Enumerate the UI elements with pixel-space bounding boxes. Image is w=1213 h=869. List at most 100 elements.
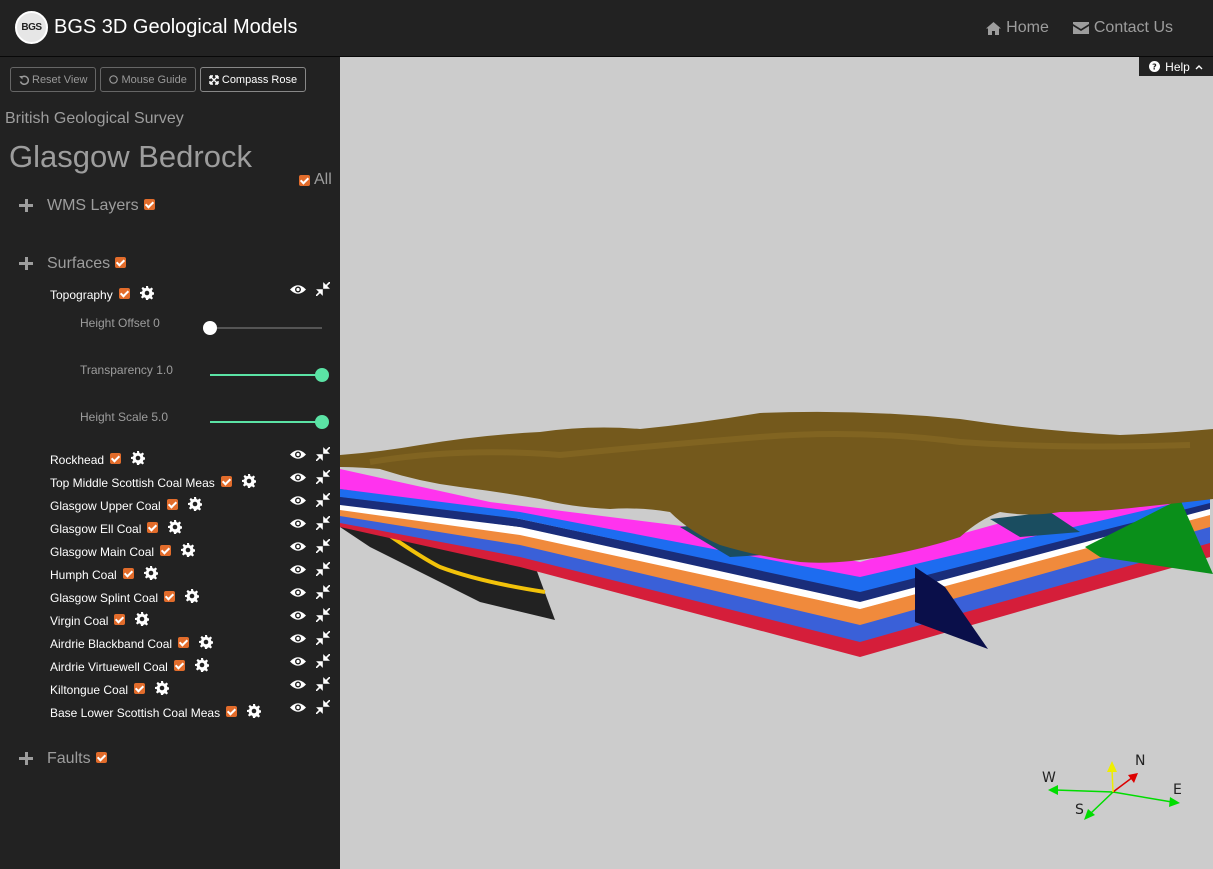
eye-icon[interactable]: [290, 610, 306, 621]
wms-layers-checkbox[interactable]: [143, 198, 155, 210]
gear-icon[interactable]: [155, 681, 170, 695]
surface-checkbox[interactable]: [226, 705, 238, 717]
compass-s: S: [1075, 802, 1084, 818]
nav-contact-link[interactable]: Contact Us: [1072, 19, 1173, 37]
expand-faults-icon[interactable]: [18, 751, 34, 767]
gear-icon[interactable]: [247, 704, 262, 718]
nav-home-link[interactable]: Home: [986, 19, 1049, 37]
gear-icon[interactable]: [181, 543, 196, 557]
organisation-label: British Geological Survey: [5, 110, 184, 127]
eye-icon[interactable]: [290, 587, 306, 598]
compass-rose-button[interactable]: Compass Rose: [199, 67, 307, 92]
surface-checkbox[interactable]: [164, 590, 176, 602]
gear-icon[interactable]: [135, 612, 150, 626]
faults-label[interactable]: Faults: [47, 750, 91, 768]
eye-icon[interactable]: [290, 656, 306, 667]
surfaces-label[interactable]: Surfaces: [47, 255, 110, 273]
expand-surfaces-icon[interactable]: [18, 256, 34, 272]
model-title: Glasgow Bedrock: [9, 139, 252, 174]
height-scale-knob[interactable]: [315, 415, 329, 429]
compress-icon[interactable]: [316, 282, 330, 296]
surface-label[interactable]: Glasgow Main Coal: [50, 545, 154, 559]
eye-icon[interactable]: [290, 702, 306, 713]
compress-icon[interactable]: [316, 631, 330, 645]
surface-checkbox[interactable]: [114, 613, 126, 625]
gear-icon[interactable]: [241, 474, 256, 488]
eye-icon[interactable]: [290, 495, 306, 506]
gear-icon[interactable]: [143, 566, 158, 580]
3d-viewer-canvas[interactable]: N W S E ? Help: [340, 57, 1213, 869]
mouse-guide-label: Mouse Guide: [121, 73, 187, 86]
layer-row-surface: Glasgow Ell Coal: [50, 516, 335, 539]
gear-icon[interactable]: [185, 589, 200, 603]
eye-icon[interactable]: [290, 541, 306, 552]
compress-icon[interactable]: [316, 677, 330, 691]
compress-icon[interactable]: [316, 700, 330, 714]
compress-icon[interactable]: [316, 539, 330, 553]
all-checkbox[interactable]: [299, 174, 310, 186]
surface-checkbox[interactable]: [220, 475, 232, 487]
eye-icon[interactable]: [290, 284, 306, 295]
compress-icon[interactable]: [316, 447, 330, 461]
app-title[interactable]: BGS 3D Geological Models: [54, 16, 297, 39]
mouse-guide-button[interactable]: Mouse Guide: [100, 67, 196, 92]
expand-wms-icon[interactable]: [18, 198, 34, 214]
surface-label[interactable]: Glasgow Upper Coal: [50, 499, 161, 513]
gear-icon[interactable]: [139, 286, 154, 300]
surface-checkbox[interactable]: [147, 521, 159, 533]
surface-label[interactable]: Glasgow Splint Coal: [50, 591, 158, 605]
surfaces-checkbox[interactable]: [115, 256, 127, 268]
transparency-label: Transparency 1.0: [80, 363, 173, 377]
compress-icon[interactable]: [316, 562, 330, 576]
height-offset-track[interactable]: [210, 327, 322, 329]
surface-label[interactable]: Kiltongue Coal: [50, 683, 128, 697]
layer-sidebar: Reset View Mouse Guide Compass Rose Brit…: [0, 57, 340, 869]
gear-icon[interactable]: [194, 658, 209, 672]
surface-label[interactable]: Rockhead: [50, 453, 104, 467]
topography-checkbox[interactable]: [118, 287, 130, 299]
height-offset-knob[interactable]: [203, 321, 217, 335]
question-circle-icon: ?: [1149, 61, 1161, 72]
surface-checkbox[interactable]: [134, 682, 146, 694]
help-button[interactable]: ? Help: [1139, 57, 1213, 76]
surface-label[interactable]: Airdrie Blackband Coal: [50, 637, 172, 651]
surface-label[interactable]: Humph Coal: [50, 568, 117, 582]
gear-icon[interactable]: [187, 497, 202, 511]
brand[interactable]: BGS BGS 3D Geological Models: [15, 11, 297, 44]
surface-checkbox[interactable]: [166, 498, 178, 510]
eye-icon[interactable]: [290, 633, 306, 644]
surface-label[interactable]: Virgin Coal: [50, 614, 108, 628]
wms-layers-label[interactable]: WMS Layers: [47, 197, 139, 215]
eye-icon[interactable]: [290, 449, 306, 460]
compress-icon[interactable]: [316, 470, 330, 484]
surface-label[interactable]: Airdrie Virtuewell Coal: [50, 660, 168, 674]
compress-icon[interactable]: [316, 585, 330, 599]
compress-icon[interactable]: [316, 654, 330, 668]
eye-icon[interactable]: [290, 564, 306, 575]
eye-icon[interactable]: [290, 679, 306, 690]
faults-checkbox[interactable]: [95, 751, 107, 763]
transparency-knob[interactable]: [315, 368, 329, 382]
surface-checkbox[interactable]: [110, 452, 122, 464]
surface-checkbox[interactable]: [160, 544, 172, 556]
gear-icon[interactable]: [168, 520, 183, 534]
surface-checkbox[interactable]: [122, 567, 134, 579]
gear-icon[interactable]: [131, 451, 146, 465]
compress-icon[interactable]: [316, 493, 330, 507]
eye-icon[interactable]: [290, 472, 306, 483]
topography-label[interactable]: Topography: [50, 288, 113, 302]
gear-icon[interactable]: [199, 635, 214, 649]
geological-model-scene[interactable]: N W S E: [340, 57, 1213, 869]
surface-label[interactable]: Glasgow Ell Coal: [50, 522, 141, 536]
transparency-track[interactable]: [210, 374, 322, 376]
eye-icon[interactable]: [290, 518, 306, 529]
compress-icon[interactable]: [316, 516, 330, 530]
compress-icon[interactable]: [316, 608, 330, 622]
surface-label[interactable]: Base Lower Scottish Coal Meas: [50, 706, 220, 720]
surface-checkbox[interactable]: [173, 659, 185, 671]
height-scale-track[interactable]: [210, 421, 322, 423]
surface-label[interactable]: Top Middle Scottish Coal Meas: [50, 476, 215, 490]
all-layers-toggle[interactable]: All: [299, 171, 332, 189]
reset-view-button[interactable]: Reset View: [10, 67, 97, 92]
surface-checkbox[interactable]: [178, 636, 190, 648]
